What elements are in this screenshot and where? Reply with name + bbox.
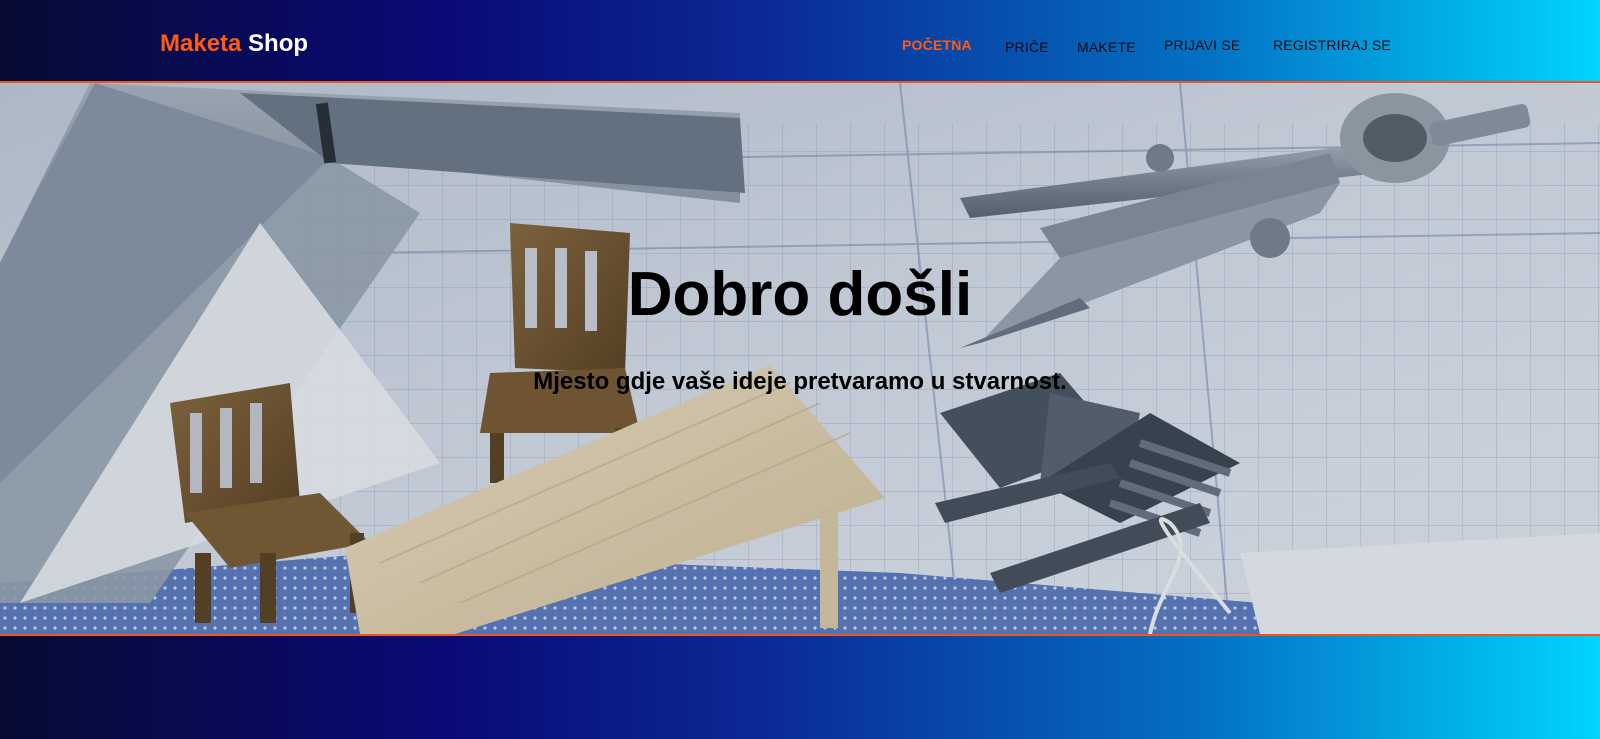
brand-name-part2: Shop [248, 30, 309, 57]
brand-logo[interactable]: Maketa Shop [160, 30, 308, 58]
hero-section: Dobro došli Mjesto gdje vaše ideje pretv… [0, 83, 1600, 634]
nav-item-pocetna[interactable]: POČETNA [902, 37, 972, 53]
nav-item-prijavi-se[interactable]: PRIJAVI SE [1164, 37, 1240, 53]
hero-subtitle: Mjesto gdje vaše ideje pretvaramo u stva… [533, 368, 1067, 395]
site-footer [0, 634, 1600, 739]
site-header: Maketa Shop POČETNA PRIČE MAKETE PRIJAVI… [0, 0, 1600, 83]
hero-background-image [0, 83, 1600, 634]
nav-item-makete[interactable]: MAKETE [1077, 39, 1136, 55]
nav-item-price[interactable]: PRIČE [1005, 39, 1049, 55]
brand-name-part1: Maketa [160, 30, 242, 57]
nav-item-registriraj-se[interactable]: REGISTRIRAJ SE [1273, 37, 1391, 53]
hero-title: Dobro došli [627, 260, 973, 329]
